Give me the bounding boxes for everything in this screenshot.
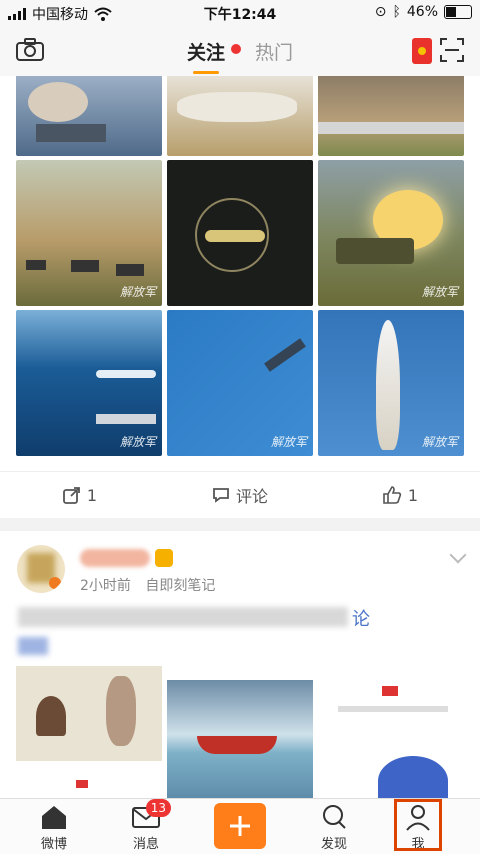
highlight-box	[394, 799, 442, 851]
tab-discover[interactable]: 发现	[286, 803, 382, 852]
unread-dot	[230, 44, 241, 54]
post-image-ship-smoke[interactable]	[16, 76, 162, 156]
post-image-mountains[interactable]	[318, 76, 464, 156]
avatar[interactable]	[17, 545, 65, 593]
post-image-watermark: 解放军	[421, 285, 458, 299]
post-text-blurred	[18, 637, 48, 655]
post-link[interactable]: 论	[352, 605, 370, 631]
comment-icon	[213, 488, 229, 503]
like-icon	[383, 486, 402, 504]
post-action-bar: 1 评论 1	[0, 471, 480, 518]
post-image-missile[interactable]: 解放军	[318, 310, 464, 456]
tab-hot[interactable]: 热门	[255, 38, 293, 65]
repost-button[interactable]: 1	[0, 472, 160, 518]
tab-discover-label: 发现	[320, 837, 347, 852]
comment-button[interactable]: 评论	[160, 472, 320, 518]
compose-button[interactable]	[214, 803, 266, 849]
post-image-jet[interactable]: 解放军	[167, 310, 313, 456]
like-count: 1	[407, 485, 419, 505]
post-time: 2小时前	[80, 578, 131, 594]
status-bar: 中国移动 下午12:44 ⊙ ᛒ 46%	[0, 0, 480, 26]
post-image-watermark: 解放军	[421, 435, 458, 449]
tab-messages-label: 消息	[132, 837, 159, 852]
post-meta: 2小时前 自即刻笔记	[80, 575, 215, 595]
tab-follow-label: 关注	[186, 42, 225, 64]
post-source: 自即刻笔记	[145, 578, 216, 594]
battery-icon	[444, 5, 472, 19]
feed[interactable]: 解放军 解放军 解放军 解放军 解放军 1 评论 1 2小时前 自即刻笔记 论	[0, 76, 480, 798]
post-text-blurred	[18, 607, 348, 627]
tab-messages[interactable]: 13 消息	[98, 799, 194, 852]
mail-icon: 13	[131, 799, 171, 831]
tab-home-label: 微博	[40, 837, 67, 852]
post-image-helicopter[interactable]	[167, 160, 313, 306]
plus-icon	[230, 816, 250, 836]
post-image-field[interactable]	[167, 76, 313, 156]
unread-badge: 13	[145, 799, 171, 817]
post-card: 2小时前 自即刻笔记 论	[0, 531, 480, 798]
tab-follow[interactable]: 关注	[186, 38, 241, 74]
post-image-tanks-dust[interactable]: 解放军	[16, 160, 162, 306]
comment-label: 评论	[235, 487, 268, 506]
bottom-tabbar: 微博 13 消息 发现 我	[0, 798, 480, 854]
vip-badge-icon	[155, 549, 173, 567]
tab-home[interactable]: 微博	[6, 803, 102, 852]
post-image-watermark: 解放军	[119, 285, 156, 299]
red-envelope-icon[interactable]	[412, 38, 432, 64]
bluetooth-icon: ᛒ	[392, 4, 401, 20]
username-blurred[interactable]	[80, 549, 150, 567]
repost-count: 1	[86, 485, 98, 505]
home-icon	[39, 803, 69, 831]
post-image-watermark: 解放军	[119, 435, 156, 449]
post-image-warships[interactable]: 解放军	[16, 310, 162, 456]
post-image-watermark: 解放军	[270, 435, 307, 449]
post-image-boat[interactable]	[167, 666, 313, 798]
active-tab-indicator	[192, 71, 219, 74]
post-image-illustration[interactable]	[318, 666, 464, 798]
post-image-cartoon[interactable]	[16, 666, 162, 798]
post-image-tank-fire[interactable]: 解放军	[318, 160, 464, 306]
search-icon	[319, 803, 349, 831]
tab-hot-label: 热门	[255, 42, 294, 64]
scan-icon[interactable]	[440, 38, 464, 62]
like-button[interactable]: 1	[320, 472, 480, 518]
chevron-down-icon[interactable]	[449, 546, 467, 564]
repost-icon	[63, 487, 80, 504]
battery-percent: 46%	[406, 4, 438, 20]
top-navbar: 关注 热门	[0, 26, 480, 76]
orientation-lock-icon: ⊙	[374, 4, 387, 20]
